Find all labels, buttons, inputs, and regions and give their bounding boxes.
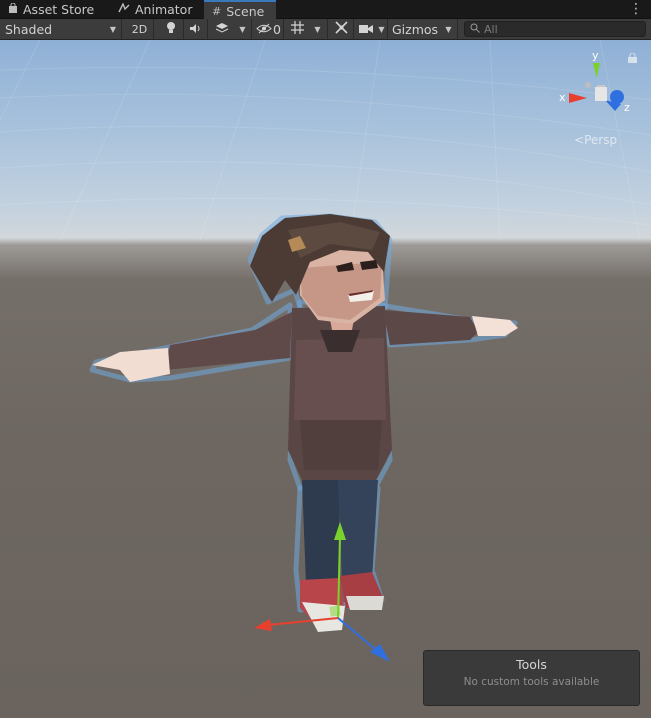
camera-settings-button[interactable] [356, 19, 376, 39]
x-axis-cone[interactable] [569, 93, 587, 103]
scene-viewport[interactable]: y x z <Persp Tools No custom tools avail… [0, 40, 651, 718]
tab-asset-store[interactable]: Asset Store [0, 0, 102, 19]
tab-label: Asset Store [23, 2, 95, 17]
gizmos-label: Gizmos [391, 21, 439, 37]
lighting-toggle-button[interactable] [158, 19, 184, 39]
toggle-2d-label: 2D [131, 22, 148, 36]
effects-dropdown[interactable]: ▼ [234, 19, 252, 39]
axis-z-label: z [624, 101, 630, 114]
y-axis-cone[interactable] [593, 63, 600, 78]
shopping-bag-icon [8, 2, 18, 17]
tools-overlay-panel[interactable]: Tools No custom tools available [423, 650, 640, 706]
search-input[interactable] [484, 22, 634, 36]
chevron-down-icon: ▼ [314, 24, 321, 34]
search-icon [470, 22, 480, 36]
chevron-down-icon: ▼ [445, 24, 452, 34]
eye-slash-icon [256, 22, 272, 37]
shading-mode-dropdown[interactable]: Shaded ▼ [0, 19, 122, 39]
chevron-down-icon: ▼ [109, 24, 116, 34]
character-model [89, 213, 518, 632]
tools-toggle-button[interactable] [330, 19, 354, 39]
tab-label: Animator [135, 2, 193, 17]
gizmos-dropdown[interactable]: ▼ [440, 19, 458, 39]
speaker-icon [189, 22, 202, 37]
shading-mode-label: Shaded [5, 21, 53, 37]
sky-grid-lines [0, 40, 651, 241]
gizmos-button[interactable]: Gizmos [390, 19, 440, 39]
effects-toggle-button[interactable] [210, 19, 234, 39]
scene-toolbar: Shaded ▼ 2D ▼ 0 ▼ ▼ Gizmos ▼ All [0, 19, 651, 40]
crossed-tools-icon [335, 21, 348, 37]
camera-icon [359, 22, 373, 37]
search-box[interactable] [464, 21, 646, 37]
window-tab-bar: Asset Store Animator # Scene ⋮ [0, 0, 651, 20]
projection-label: Persp [584, 133, 618, 147]
scene-visibility-toggle[interactable]: 0 [254, 19, 284, 39]
more-options-icon[interactable]: ⋮ [629, 1, 643, 17]
grid-toggle-button[interactable] [286, 19, 308, 39]
layers-effects-icon [215, 22, 229, 37]
tab-scene[interactable]: # Scene [204, 0, 276, 20]
grid-dropdown[interactable]: ▼ [308, 19, 328, 39]
center-cube[interactable] [595, 87, 607, 101]
lightbulb-icon [166, 21, 176, 37]
scene-orientation-gizmo[interactable]: y x z [555, 45, 635, 125]
tab-label: Scene [226, 3, 265, 19]
grid-icon [290, 21, 304, 37]
hidden-count: 0 [273, 21, 281, 37]
z-axis-handle[interactable] [610, 90, 624, 104]
grid-hash-icon: # [212, 4, 222, 18]
animator-icon [118, 2, 130, 16]
scene-render [0, 40, 651, 662]
audio-toggle-button[interactable] [184, 19, 208, 39]
camera-dropdown[interactable]: ▼ [376, 19, 388, 39]
axis-y-label: y [592, 49, 599, 62]
lock-icon[interactable] [628, 52, 637, 63]
perspective-icon: < [574, 133, 585, 147]
chevron-down-icon: ▼ [239, 24, 246, 34]
tools-overlay-title: Tools [516, 657, 547, 672]
tab-animator[interactable]: Animator [110, 0, 200, 19]
tools-overlay-message: No custom tools available [463, 676, 600, 688]
axis-x-label: x [559, 91, 566, 104]
projection-toggle[interactable]: <Persp [574, 133, 617, 147]
toggle-2d-button[interactable]: 2D [126, 19, 154, 39]
chevron-down-icon: ▼ [378, 24, 385, 34]
